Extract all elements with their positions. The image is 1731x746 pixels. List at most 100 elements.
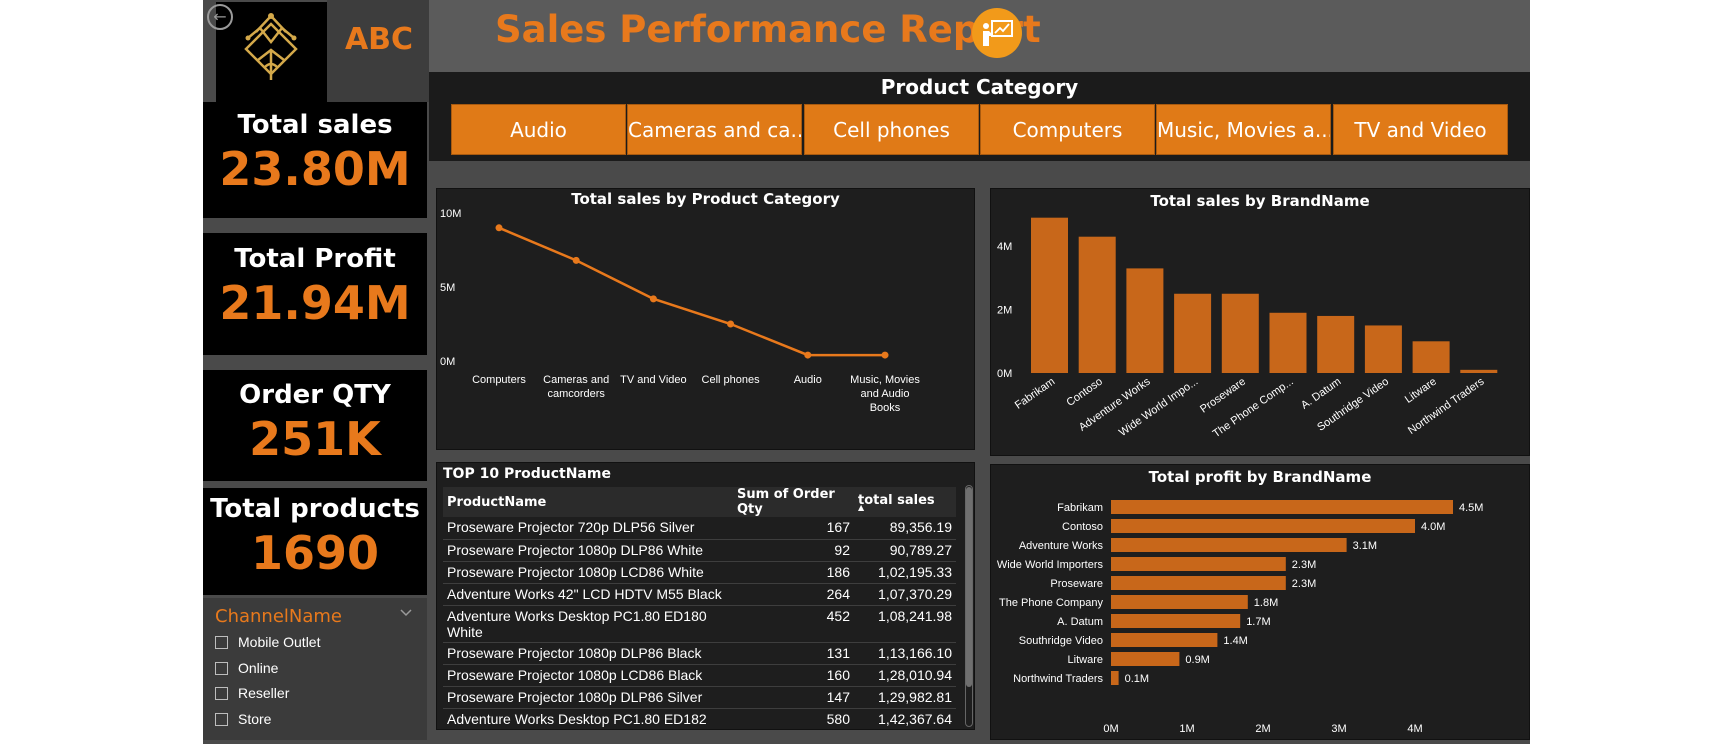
bar <box>1078 236 1116 373</box>
slicer-item-online[interactable]: Online <box>215 658 278 678</box>
x-tick-label: TV and Video <box>620 374 686 386</box>
sales-by-brand-chart[interactable]: Total sales by BrandName 4M 2M 0M Fabrikam C… <box>990 188 1530 456</box>
y-tick-label: The Phone Company <box>999 597 1103 609</box>
y-tick-label: Contoso <box>1062 521 1103 533</box>
data-point <box>572 256 580 264</box>
data-label: 4.0M <box>1421 521 1445 533</box>
bar <box>1111 576 1286 590</box>
cell-product-name: Adventure Works Desktop PC1.80 ED180 Whi… <box>443 605 733 643</box>
report-canvas: ← ABC Total sales 23.80M Total Profit 21… <box>203 0 1530 744</box>
cell-total-sales: 1,13,166.10 <box>854 642 956 665</box>
cell-product-name: Adventure Works Desktop PC1.80 ED182 <box>443 708 733 727</box>
cell-order-qty: 131 <box>733 642 854 665</box>
cell-product-name: Proseware Projector 1080p DLP86 White <box>443 539 733 562</box>
sales-by-category-chart[interactable]: Total sales by Product Category 10M 5M 0M C… <box>436 188 975 450</box>
slicer-item-mobile-outlet[interactable]: Mobile Outlet <box>215 632 320 652</box>
category-slicer-title: Product Category <box>880 75 1079 99</box>
column-header-productname[interactable]: ProductName <box>443 487 733 517</box>
y-tick-label: A. Datum <box>1057 616 1103 628</box>
cell-total-sales: 1,28,010.94 <box>854 664 956 687</box>
kpi-label: Total products <box>210 494 420 524</box>
cell-total-sales: 1,29,982.81 <box>854 686 956 709</box>
column-header-total-sales[interactable]: total sales ▲ <box>854 487 956 517</box>
bar-chart: 4M2M0MFabrikam ContosoAdventure WorksWide… <box>997 217 1498 440</box>
checkbox[interactable] <box>215 661 228 675</box>
slicer-item-store[interactable]: Store <box>215 709 271 729</box>
slicer-item-label: Online <box>238 660 279 676</box>
x-tick-label: Cell phones <box>702 374 761 386</box>
bar <box>1111 633 1218 647</box>
kpi-value: 23.80M <box>219 142 411 196</box>
table-row[interactable]: Proseware Projector 1080p DLP86 Silver 14… <box>443 686 956 709</box>
data-label: 2.3M <box>1292 578 1316 590</box>
table-row[interactable]: Adventure Works Desktop PC1.80 ED182 580 1… <box>443 708 956 727</box>
column-header-label: total sales <box>858 493 935 508</box>
chevron-down-icon[interactable] <box>399 606 413 620</box>
top-products-table-visual[interactable]: TOP 10 ProductName ProductName Sum of Or… <box>436 462 975 730</box>
x-tick-label: 0M <box>1103 723 1118 735</box>
column-header-order-qty[interactable]: Sum of Order Qty <box>733 487 854 517</box>
table-row[interactable]: Proseware Projector 1080p LCD86 Black 160… <box>443 664 956 687</box>
x-tick-label: Contoso <box>1064 376 1104 409</box>
bar <box>1031 217 1068 373</box>
bar <box>1364 325 1402 373</box>
y-tick-label: Litware <box>1068 654 1103 666</box>
slicer-item-label: Mobile Outlet <box>238 634 321 650</box>
checkbox[interactable] <box>215 635 228 649</box>
x-tick-label: 1M <box>1179 723 1194 735</box>
cell-total-sales: 90,789.27 <box>854 539 956 562</box>
y-tick-label: Northwind Traders <box>1013 673 1103 685</box>
bar <box>1412 341 1450 373</box>
checkbox[interactable] <box>215 686 228 700</box>
cell-product-name: Proseware Projector 1080p DLP86 Silver <box>443 686 733 709</box>
table-row[interactable]: Proseware Projector 1080p DLP86 Black 131… <box>443 642 956 665</box>
category-button-cell-phones[interactable]: Cell phones <box>804 104 979 155</box>
category-button-tv-video[interactable]: TV and Video <box>1333 104 1508 155</box>
bar <box>1111 614 1241 628</box>
cell-order-qty: 264 <box>733 583 854 606</box>
y-tick-label: Wide World Importers <box>997 559 1104 571</box>
slicer-item-reseller[interactable]: Reseller <box>215 683 289 703</box>
top-products-table: ProductName Sum of Order Qty total sales… <box>443 487 956 727</box>
y-tick-label: 2M <box>997 305 1012 317</box>
checkbox[interactable] <box>215 712 228 726</box>
table-row[interactable]: Proseware Projector 720p DLP56 Silver 167… <box>443 517 956 540</box>
data-label: 4.5M <box>1459 502 1483 514</box>
cell-total-sales: 1,07,370.29 <box>854 583 956 606</box>
y-tick-label: 0M <box>997 368 1012 380</box>
back-arrow-icon[interactable]: ← <box>207 4 233 30</box>
x-tick-label: Litware <box>1403 376 1439 406</box>
data-label: 3.1M <box>1353 540 1377 552</box>
kpi-value: 1690 <box>250 526 380 580</box>
table-row[interactable]: Adventure Works 42" LCD HDTV M55 Black 26… <box>443 583 956 606</box>
x-tick-label: Fabrikam <box>1013 376 1057 412</box>
category-button-music-movies[interactable]: Music, Movies a... <box>1156 104 1331 155</box>
category-button-audio[interactable]: Audio <box>451 104 626 155</box>
table-body: Proseware Projector 720p DLP56 Silver 167… <box>443 517 956 727</box>
category-button-cameras[interactable]: Cameras and ca... <box>627 104 802 155</box>
y-tick-label: 10M <box>440 208 461 220</box>
table-row[interactable]: Adventure Works Desktop PC1.80 ED180 Whi… <box>443 605 956 643</box>
x-tick-label: Computers <box>472 374 526 386</box>
x-tick-label: Music, Movies and Audio Books <box>850 374 920 414</box>
profit-by-brand-chart[interactable]: Total profit by BrandName Fabrikam 4.5M Co… <box>990 464 1530 740</box>
cell-order-qty: 92 <box>733 539 854 562</box>
brand-name: ABC <box>344 22 414 57</box>
cell-order-qty: 160 <box>733 664 854 687</box>
table-row[interactable]: Proseware Projector 1080p DLP86 White 92 9… <box>443 539 956 562</box>
table-scroll-area[interactable]: ProductName Sum of Order Qty total sales… <box>443 487 956 727</box>
bar <box>1111 595 1248 609</box>
data-label: 1.4M <box>1223 635 1247 647</box>
kpi-value: 21.94M <box>219 276 411 330</box>
y-tick-label: Fabrikam <box>1057 502 1103 514</box>
table-row[interactable]: Proseware Projector 1080p LCD86 White 186… <box>443 561 956 584</box>
slicer-title: ChannelName <box>215 606 343 627</box>
cell-total-sales: 89,356.19 <box>854 517 956 540</box>
cell-product-name: Adventure Works 42" LCD HDTV M55 Black <box>443 583 733 606</box>
scrollbar-thumb[interactable] <box>966 487 972 687</box>
category-button-computers[interactable]: Computers <box>980 104 1155 155</box>
kpi-value: 251K <box>249 412 381 466</box>
cell-product-name: Proseware Projector 1080p DLP86 Black <box>443 642 733 665</box>
x-tick-label: A. Datum <box>1299 376 1343 412</box>
y-tick-label: Adventure Works <box>1019 540 1104 552</box>
